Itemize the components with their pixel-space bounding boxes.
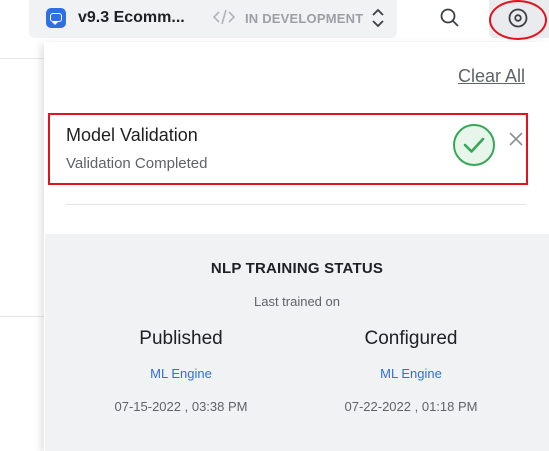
environment-label[interactable]: IN DEVELOPMENT: [245, 11, 363, 26]
configured-column: Configured ML Engine 07-22-2022 , 01:18 …: [296, 328, 526, 414]
check-circle-icon: [453, 124, 495, 166]
code-icon: [213, 9, 235, 25]
background-divider: [0, 316, 44, 317]
training-status-title: NLP TRAINING STATUS: [210, 260, 384, 277]
notification-title: Model Validation: [66, 125, 198, 145]
notification-button[interactable]: [489, 0, 549, 38]
top-bar: v9.3 Ecomm... IN DEVELOPMENT: [0, 0, 549, 42]
search-icon[interactable]: [436, 4, 464, 32]
published-date: 07-15-2022 , 03:38 PM: [114, 399, 248, 414]
chevron-updown-icon[interactable]: [370, 7, 386, 29]
published-engine-link[interactable]: ML Engine: [66, 366, 296, 381]
app-name[interactable]: v9.3 Ecomm...: [78, 9, 185, 27]
clear-all-link[interactable]: Clear All: [458, 66, 525, 87]
configured-engine-link[interactable]: ML Engine: [296, 366, 526, 381]
configured-date: 07-22-2022 , 01:18 PM: [344, 399, 478, 414]
background-divider: [0, 58, 44, 59]
published-column: Published ML Engine 07-15-2022 , 03:38 P…: [66, 328, 296, 414]
bot-icon: [46, 8, 66, 28]
notification-disc-icon: [508, 8, 528, 28]
notification-panel: Clear All Model Validation Validation Co…: [44, 42, 549, 451]
notification-card[interactable]: Model Validation Validation Completed: [48, 113, 528, 185]
divider: [66, 204, 526, 205]
published-heading: Published: [139, 328, 223, 349]
last-trained-label: Last trained on: [253, 294, 340, 309]
configured-heading: Configured: [364, 328, 458, 349]
notification-subtitle: Validation Completed: [66, 155, 208, 172]
training-status-section: NLP TRAINING STATUS Last trained on Publ…: [45, 234, 549, 451]
close-icon[interactable]: [508, 131, 524, 147]
